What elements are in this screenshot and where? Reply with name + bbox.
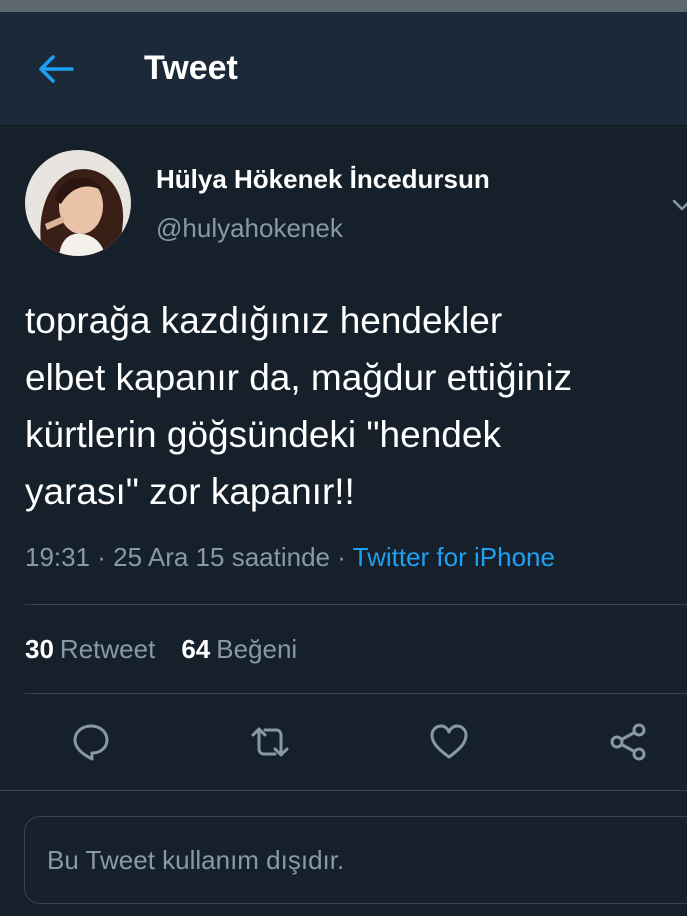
back-button[interactable] — [24, 37, 88, 101]
author-handle[interactable]: @hulyahokenek — [156, 213, 490, 244]
tweet-metadata: 19:31 · 25 Ara 15 saatinde · Twitter for… — [25, 542, 687, 580]
author-display-name[interactable]: Hülya Hökenek İncedursun — [156, 164, 490, 195]
arrow-left-icon — [39, 54, 74, 83]
avatar[interactable] — [25, 150, 131, 256]
tweet-unavailable-notice: Bu Tweet kullanım dışıdır. — [24, 816, 687, 904]
tweet-text: toprağa kazdığınız hendekler elbet kapan… — [25, 300, 573, 512]
tweet-timestamp: 19:31 · 25 Ara 15 saatinde · — [25, 542, 353, 572]
author-row: Hülya Hökenek İncedursun @hulyahokenek — [25, 150, 687, 260]
author-info: Hülya Hökenek İncedursun @hulyahokenek — [156, 164, 490, 260]
reply-icon[interactable] — [70, 721, 112, 763]
retweets-stat[interactable]: 30 Retweet — [25, 634, 155, 665]
page-title: Tweet — [144, 49, 238, 87]
avatar-image — [25, 150, 131, 256]
likes-stat[interactable]: 64 Beğeni — [181, 634, 297, 665]
likes-label: Beğeni — [216, 633, 298, 664]
tweet-source-link[interactable]: Twitter for iPhone — [353, 542, 555, 572]
retweets-count: 30 — [25, 633, 54, 664]
chevron-down-icon[interactable] — [671, 194, 687, 216]
retweets-label: Retweet — [59, 633, 156, 664]
status-bar — [0, 0, 687, 12]
share-icon[interactable] — [607, 721, 649, 763]
heart-icon[interactable] — [428, 721, 470, 763]
divider — [0, 790, 687, 791]
likes-count: 64 — [181, 633, 211, 664]
retweet-icon[interactable] — [249, 721, 291, 763]
notice-text: Bu Tweet kullanım dışıdır. — [47, 844, 345, 875]
tweet-detail: Hülya Hökenek İncedursun @hulyahokenek t… — [0, 150, 687, 580]
tweet-stats: 30 Retweet 64 Beğeni — [0, 605, 687, 693]
top-app-bar: Tweet — [0, 12, 687, 126]
tweet-actions — [0, 694, 687, 790]
